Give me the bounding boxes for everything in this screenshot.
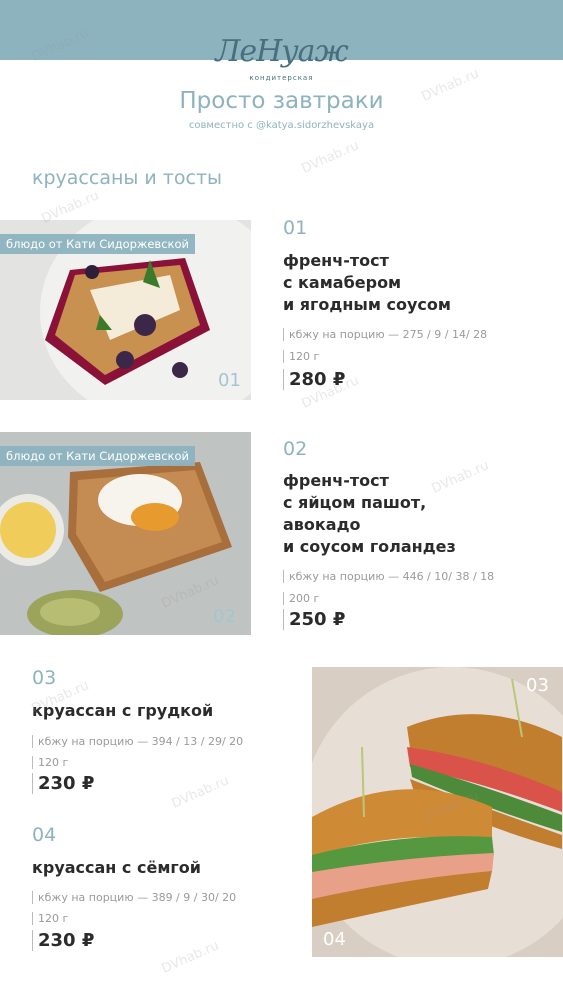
price: 230 ₽	[32, 773, 94, 794]
dish-name-line: френч-тост	[283, 251, 389, 270]
photo-number: 01	[218, 370, 241, 391]
nutrition-info: кбжу на порцию — 389 / 9 / 30/ 20	[32, 891, 236, 904]
dish-name-line: авокадо	[283, 515, 361, 534]
price: 250 ₽	[283, 609, 345, 630]
dish-name-line: круассан с сёмгой	[32, 858, 201, 877]
dish-name: круассан с сёмгой	[32, 857, 201, 879]
watermark: DVhab.ru	[429, 458, 492, 497]
price: 230 ₽	[32, 930, 94, 951]
dish-name-line: и ягодным соусом	[283, 295, 451, 314]
watermark: DVhab.ru	[299, 138, 362, 177]
nutrition-info: кбжу на порцию — 394 / 13 / 29/ 20	[32, 735, 243, 748]
chef-badge: блюдо от Кати Сидоржевской	[0, 446, 195, 466]
page-subtitle: совместно с @katya.sidorzhevskaya	[188, 120, 375, 131]
page-title: Просто завтраки	[179, 88, 384, 114]
portion-weight: 120 г	[283, 350, 319, 363]
watermark: DVhab.ru	[169, 773, 232, 812]
item-number: 03	[32, 667, 57, 689]
portion-weight: 120 г	[32, 756, 68, 769]
nutrition-info: кбжу на порцию — 446 / 10/ 38 / 18	[283, 570, 494, 583]
item-number: 01	[283, 217, 308, 239]
portion-weight: 200 г	[283, 592, 319, 605]
portion-weight: 120 г	[32, 912, 68, 925]
dish-name-line: и соусом голандез	[283, 537, 456, 556]
item-number: 04	[32, 824, 57, 846]
dish-name-line: с камабером	[283, 273, 402, 292]
dish-photo-02: блюдо от Кати Сидоржевской 02	[0, 432, 251, 635]
dish-name: френч-тост с камабером и ягодным соусом	[283, 250, 451, 316]
section-title: круассаны и тосты	[32, 167, 223, 189]
chef-badge: блюдо от Кати Сидоржевской	[0, 234, 195, 254]
dish-photo-01: блюдо от Кати Сидоржевской 01	[0, 220, 251, 400]
dish-name-line: с яйцом пашот,	[283, 493, 427, 512]
item-number: 02	[283, 438, 308, 460]
dish-name-line: френч-тост	[283, 471, 389, 490]
watermark: DVhab.ru	[159, 938, 222, 977]
photo-number: 03	[526, 675, 549, 696]
photo-number: 02	[213, 606, 236, 627]
nutrition-info: кбжу на порцию — 275 / 9 / 14/ 28	[283, 328, 487, 341]
photo-number: 04	[323, 929, 346, 950]
